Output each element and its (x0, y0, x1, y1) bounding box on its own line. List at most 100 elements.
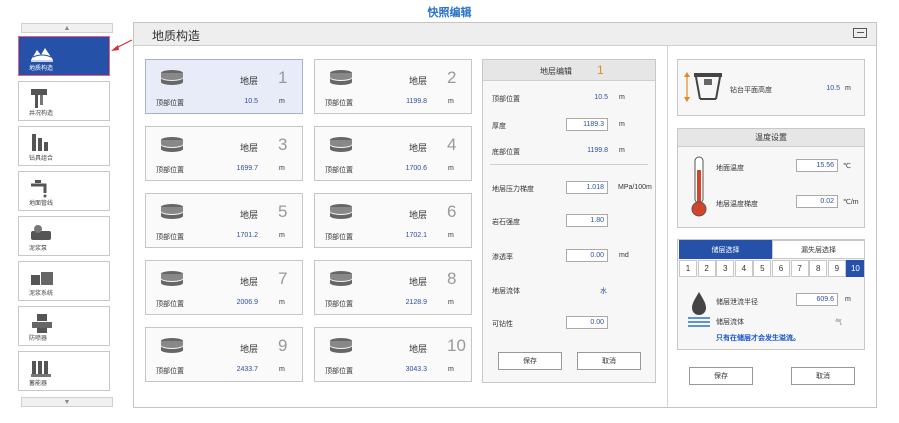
layer-disk-icon (329, 270, 353, 288)
top-position-label: 顶部位置 (156, 234, 184, 241)
water-drop-icon (688, 292, 710, 327)
top-position-unit: m (448, 165, 454, 172)
permeability-unit: md (619, 252, 629, 259)
surface-temperature-label: 地面温度 (716, 165, 744, 172)
top-position-value: 10.5 (244, 98, 258, 105)
save-button[interactable]: 保存 (689, 367, 753, 385)
reservoir-layer-1-button[interactable]: 1 (679, 260, 697, 277)
layer-card[interactable]: 地层 5 顶部位置 1701.2 m (145, 193, 303, 248)
rig-floor-height-label: 钻台平面高度 (730, 87, 772, 94)
top-position-value: 2128.9 (405, 299, 427, 306)
reservoir-layer-10-button[interactable]: 10 (846, 260, 865, 277)
rig-floor-height-unit: m (845, 85, 851, 92)
reservoir-layer-3-button[interactable]: 3 (716, 260, 735, 277)
surface-temperature-unit: ℃ (843, 163, 851, 170)
thickness-input[interactable]: 1189.3 (566, 118, 608, 131)
layer-label: 地层 (240, 277, 259, 287)
top-position-value: 1700.6 (405, 165, 427, 172)
sidebar-item-label: 地质构造 (29, 66, 54, 72)
layer-disk-icon (329, 136, 353, 154)
formation-fluid-label: 地层流体 (492, 288, 520, 295)
reservoir-fluid-select[interactable]: 气 (835, 317, 842, 327)
top-position-value: 1699.7 (236, 165, 258, 172)
layer-label: 地层 (409, 143, 428, 153)
top-position-unit: m (279, 232, 285, 239)
permeability-input[interactable]: 0.00 (566, 249, 608, 262)
top-position-label: 顶部位置 (325, 167, 353, 174)
geology-icon (31, 48, 53, 62)
temperature-title: 温度设置 (678, 129, 864, 147)
top-position-unit: m (448, 366, 454, 373)
layer-number: 3 (278, 135, 288, 154)
top-position-unit: m (448, 299, 454, 306)
top-position-label: 顶部位置 (325, 234, 353, 241)
main-header (134, 23, 876, 46)
sidebar-item-well-structure[interactable]: 井况构造 (18, 81, 110, 121)
reservoir-layer-5-button[interactable]: 5 (753, 260, 772, 277)
reservoir-layer-6-button[interactable]: 6 (772, 260, 790, 277)
well-structure-icon (31, 89, 47, 108)
pressure-gradient-input[interactable]: 1.018 (566, 181, 608, 194)
reservoir-layer-4-button[interactable]: 4 (734, 260, 753, 277)
exit-icon[interactable] (853, 28, 867, 38)
layer-card[interactable]: 地层 10 顶部位置 3043.3 m (314, 327, 472, 382)
layer-card[interactable]: 地层 8 顶部位置 2128.9 m (314, 260, 472, 315)
sidebar-item-surface-pipeline[interactable]: 地面管线 (18, 171, 110, 211)
sidebar-item-geology[interactable]: 地质构造 (18, 36, 110, 76)
layer-label: 地层 (409, 277, 428, 287)
reservoir-layer-8-button[interactable]: 8 (809, 260, 828, 277)
top-position-unit: m (279, 299, 285, 306)
sidebar-item-drill-assembly[interactable]: 钻具组合 (18, 126, 110, 166)
page-title: 地质构造 (152, 29, 201, 43)
drillability-input[interactable]: 0.00 (566, 316, 608, 329)
formation-fluid-select[interactable]: 水 (600, 286, 607, 296)
top-position-value: 2433.7 (236, 366, 258, 373)
top-position-value: 1701.2 (236, 232, 258, 239)
edit-cancel-button[interactable]: 取消 (577, 352, 641, 370)
sidebar-item-accumulator[interactable]: 蓄能器 (18, 351, 110, 391)
sidebar-item-label: 泥浆系统 (29, 291, 54, 297)
chevron-down-icon: ▼ (63, 398, 71, 406)
layer-number: 10 (447, 336, 466, 355)
reservoir-layer-7-button[interactable]: 7 (790, 260, 809, 277)
layer-card[interactable]: 地层 2 顶部位置 1199.8 m (314, 59, 472, 114)
thickness-unit: m (619, 121, 625, 128)
edit-save-button[interactable]: 保存 (498, 352, 562, 370)
window-title: 快照编辑 (427, 7, 472, 19)
top-position-value: 2006.9 (236, 299, 258, 306)
layer-card[interactable]: 地层 1 顶部位置 10.5 m (145, 59, 303, 114)
rock-strength-label: 岩石强度 (492, 219, 520, 226)
reservoir-layer-2-button[interactable]: 2 (697, 260, 716, 277)
top-position-unit: m (448, 232, 454, 239)
layer-card[interactable]: 地层 9 顶部位置 2433.7 m (145, 327, 303, 382)
top-position-unit: m (279, 98, 285, 105)
sidebar-scroll-up-button[interactable]: ▲ (21, 23, 113, 33)
sidebar-item-mud-pump[interactable]: 泥浆泵 (18, 216, 110, 256)
layer-card[interactable]: 地层 6 顶部位置 1702.1 m (314, 193, 472, 248)
temperature-gradient-input[interactable]: 0.02 (796, 195, 838, 208)
chevron-up-icon: ▲ (63, 24, 71, 32)
reservoir-radius-input[interactable]: 609.6 (796, 293, 838, 306)
layer-card[interactable]: 地层 3 顶部位置 1699.7 m (145, 126, 303, 181)
rig-floor-icon (684, 72, 722, 102)
sidebar-item-bop[interactable]: 防喷器 (18, 306, 110, 346)
surface-temperature-input[interactable]: 15.56 (796, 159, 838, 172)
temperature-gradient-label: 地层温度梯度 (716, 201, 758, 208)
top-position-unit: m (619, 94, 625, 101)
rock-strength-input[interactable]: 1.80 (566, 214, 608, 227)
cancel-button[interactable]: 取消 (791, 367, 855, 385)
sidebar-item-mud-system[interactable]: 泥浆系统 (18, 261, 110, 301)
top-position-label: 顶部位置 (492, 96, 520, 103)
tab-reservoir-select[interactable]: 储层选择 (679, 240, 772, 259)
layer-disk-icon (160, 203, 184, 221)
layer-card[interactable]: 地层 7 顶部位置 2006.9 m (145, 260, 303, 315)
top-position-label: 顶部位置 (325, 368, 353, 375)
reservoir-layer-9-button[interactable]: 9 (827, 260, 846, 277)
top-position-label: 顶部位置 (325, 100, 353, 107)
layer-label: 地层 (240, 344, 259, 354)
sidebar-item-label: 钻具组合 (29, 156, 54, 162)
tab-leak-layer-select[interactable]: 漏失层选择 (772, 240, 865, 259)
layer-card[interactable]: 地层 4 顶部位置 1700.6 m (314, 126, 472, 181)
layer-label: 地层 (240, 76, 259, 86)
sidebar-scroll-down-button[interactable]: ▼ (21, 397, 113, 407)
